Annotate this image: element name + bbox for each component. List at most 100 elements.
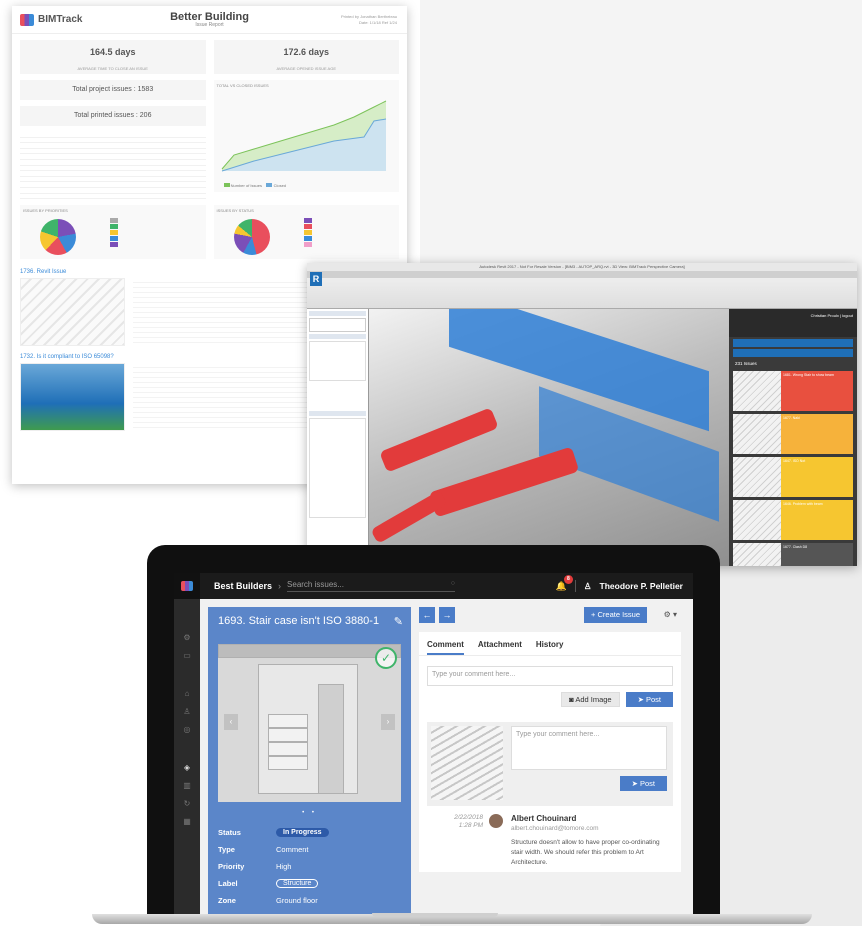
top-bar-right: 🔔 8 ♙ Theodore P. Pelletier bbox=[556, 573, 683, 599]
chart-icon[interactable]: ▥ bbox=[174, 777, 200, 795]
target-icon[interactable]: ◎ bbox=[174, 721, 200, 739]
comment-text: Structure doesn't allow to have proper c… bbox=[511, 839, 660, 866]
settings-icon[interactable]: ⚙ bbox=[174, 629, 200, 647]
issue-field-row: Label Structure bbox=[218, 875, 403, 892]
issue-field-value[interactable]: Structure bbox=[276, 879, 319, 888]
addin-issue-title: 1677. Clash D8 bbox=[783, 545, 808, 549]
home-icon[interactable]: ⌂ bbox=[174, 685, 200, 703]
users-icon[interactable]: ♙ bbox=[174, 703, 200, 721]
addin-issue-card[interactable]: 1677. Clash D8 bbox=[733, 543, 853, 566]
project-name[interactable]: Best Builders bbox=[214, 581, 272, 591]
create-issue-button[interactable]: + Create Issue bbox=[584, 607, 647, 623]
camera-icon: ◙ bbox=[569, 695, 574, 704]
issue-card: 1693. Stair case isn't ISO 3880-1 ✎ ✓ ‹ … bbox=[208, 607, 411, 917]
stat-avg-open-value: 172.6 days bbox=[283, 47, 330, 57]
chevron-right-icon: › bbox=[278, 581, 282, 591]
post-button[interactable]: ➤ Post bbox=[625, 692, 673, 707]
revit-app-button[interactable]: R bbox=[310, 272, 322, 286]
divider bbox=[574, 580, 576, 592]
addin-issue-thumbnail bbox=[733, 457, 781, 497]
prev-issue-button[interactable]: ← bbox=[419, 607, 435, 623]
issue-field-row: Type Comment bbox=[218, 841, 403, 858]
send-icon: ➤ bbox=[637, 695, 644, 704]
issue-field-value[interactable]: In Progress bbox=[276, 828, 329, 837]
addin-filter-select[interactable] bbox=[733, 349, 853, 357]
web-app-screen: Best Builders › Search issues... ○ 🔔 8 ♙ … bbox=[174, 573, 693, 917]
addin-user[interactable]: Christian Proulx | logout bbox=[811, 313, 853, 318]
addin-issue-thumbnail bbox=[733, 414, 781, 454]
tab-history[interactable]: History bbox=[536, 640, 564, 655]
pie-status: ISSUES BY STATUS bbox=[213, 205, 399, 260]
stat-avg-open-label: AVERAGE OPENED ISSUE AGE bbox=[276, 66, 337, 71]
issue-title-row: 1693. Stair case isn't ISO 3880-1 ✎ bbox=[208, 607, 411, 628]
report-breakdown-list bbox=[20, 132, 206, 200]
addin-issue-thumbnail bbox=[733, 371, 781, 411]
pie-priorities: ISSUES BY PRIORITIES bbox=[20, 205, 206, 260]
revit-ribbon-tabs bbox=[307, 271, 857, 278]
top-bar: Best Builders › Search issues... ○ 🔔 8 ♙ … bbox=[174, 573, 693, 599]
resolved-check-icon: ✓ bbox=[375, 647, 397, 669]
issue-field-value[interactable]: High bbox=[276, 862, 291, 871]
image-pager-dots[interactable]: • • bbox=[208, 810, 411, 816]
legend-issues-swatch bbox=[223, 183, 230, 187]
history-icon[interactable]: ↻ bbox=[174, 795, 200, 813]
issue-field-label: Type bbox=[218, 845, 235, 854]
pie-priorities-title: ISSUES BY PRIORITIES bbox=[23, 208, 68, 214]
addin-issue-card[interactable]: 1647. ISO Not bbox=[733, 457, 853, 497]
comment-input[interactable]: Type your comment here... bbox=[427, 666, 673, 686]
bimtrack-addin-panel: Christian Proulx | logout 231 Issues 168… bbox=[729, 309, 857, 566]
revit-3d-viewport[interactable] bbox=[369, 309, 729, 566]
chart-title: TOTAL VS CLOSED ISSUES bbox=[216, 83, 269, 88]
avatar bbox=[489, 814, 503, 828]
inbox-icon[interactable]: ▭ bbox=[174, 647, 200, 665]
addin-issue-card[interactable]: 1646. Problem with beam bbox=[733, 500, 853, 540]
stat-avg-close-value: 164.5 days bbox=[89, 47, 136, 57]
issue-field-label: Label bbox=[218, 879, 238, 888]
legend-issues: Number of Issues bbox=[230, 183, 262, 188]
notifications-bell-icon[interactable]: 🔔 8 bbox=[556, 574, 573, 592]
addin-issue-card[interactable]: 1681. Wrong Stair to show beam bbox=[733, 371, 853, 411]
detail-tabs: Comment Attachment History bbox=[419, 632, 681, 656]
comment-author: Albert Chouinard bbox=[511, 814, 577, 823]
report-meta-date: Date: 1/1/18 Ref 1/24 bbox=[358, 20, 397, 25]
calendar-icon[interactable]: ▦ bbox=[174, 813, 200, 831]
user-name[interactable]: Theodore P. Pelletier bbox=[600, 581, 683, 591]
tab-comment[interactable]: Comment bbox=[427, 640, 464, 655]
addin-issue-thumbnail bbox=[733, 543, 781, 566]
left-sidebar: ⚙ ▭ ⌂ ♙ ◎ ◈ ▥ ↻ ▦ bbox=[174, 599, 200, 917]
issue-field-label: Priority bbox=[218, 862, 245, 871]
comment-date-day: 2/22/2018 bbox=[454, 814, 483, 821]
search-placeholder: Search issues... bbox=[287, 580, 344, 589]
legend-closed-swatch bbox=[266, 183, 273, 187]
issue-field-value[interactable]: Ground floor bbox=[276, 896, 318, 905]
issue-field-value[interactable]: Comment bbox=[276, 845, 309, 854]
app-logo[interactable] bbox=[174, 573, 200, 599]
search-input[interactable]: Search issues... ○ bbox=[287, 580, 456, 592]
revit-ribbon: R bbox=[307, 271, 857, 309]
report-stats: 164.5 days AVERAGE TIME TO CLOSE AN ISSU… bbox=[12, 34, 407, 80]
issue-image: ✓ ‹ › bbox=[218, 644, 401, 802]
edit-pencil-icon[interactable]: ✎ bbox=[394, 615, 403, 628]
snapshot-post-button[interactable]: ➤ Post bbox=[619, 776, 667, 791]
tab-attachment[interactable]: Attachment bbox=[478, 640, 522, 655]
add-image-button[interactable]: ◙ Add Image bbox=[561, 692, 620, 707]
chart-plot bbox=[221, 100, 386, 172]
layers-icon[interactable]: ◈ bbox=[174, 759, 200, 777]
issue-controls: ← → + Create Issue ⚙ ▾ bbox=[419, 607, 683, 623]
notification-badge: 8 bbox=[563, 574, 573, 584]
addin-issue-title: 1681. Wrong Stair to show beam bbox=[783, 373, 834, 377]
report-chart-col: TOTAL VS CLOSED ISSUES Number of Issues … bbox=[213, 80, 399, 199]
image-prev-button[interactable]: ‹ bbox=[224, 714, 238, 730]
next-issue-button[interactable]: → bbox=[439, 607, 455, 623]
addin-project-select[interactable] bbox=[733, 339, 853, 347]
snapshot-thumbnail[interactable] bbox=[431, 726, 503, 800]
gear-icon[interactable]: ⚙ ▾ bbox=[664, 607, 677, 623]
snapshot-comment-input[interactable]: Type your comment here... bbox=[511, 726, 667, 770]
report-totals-col: Total project issues : 1583 Total printe… bbox=[20, 80, 206, 200]
addin-issue-title: 1647. ISO Not bbox=[783, 459, 806, 463]
addin-header: Christian Proulx | logout bbox=[729, 309, 857, 337]
addin-issue-card[interactable]: 1677. Naki bbox=[733, 414, 853, 454]
image-next-button[interactable]: › bbox=[381, 714, 395, 730]
priorities-pie-chart bbox=[40, 219, 76, 256]
issue-field-row: Status In Progress bbox=[218, 824, 403, 841]
